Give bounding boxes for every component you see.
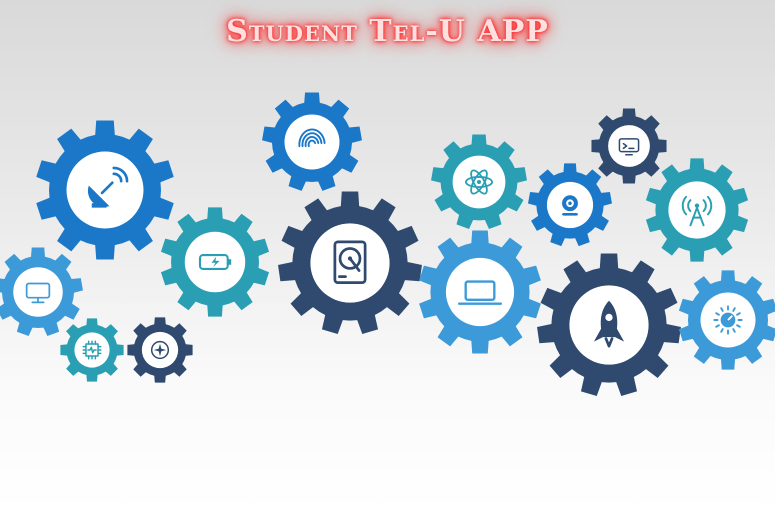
gear-terminal xyxy=(591,108,667,184)
compass-icon xyxy=(150,340,170,360)
gear-battery-charging xyxy=(160,207,270,317)
gear-hard-drive xyxy=(278,191,422,334)
gear-atom xyxy=(431,134,527,229)
gear-desktop-computer xyxy=(0,247,83,337)
gear-compass xyxy=(127,317,193,383)
gear-cpu-chip xyxy=(60,318,124,382)
gear-satellite-dish xyxy=(36,120,174,260)
gears-illustration xyxy=(0,92,775,396)
gear-rocket xyxy=(537,253,681,396)
gear-laptop xyxy=(419,230,541,354)
gear-webcam xyxy=(528,163,612,247)
gear-fingerprint xyxy=(262,92,362,191)
cpu-chip-icon xyxy=(82,340,102,360)
gear-volume-knob xyxy=(678,270,775,370)
gear-antenna xyxy=(645,158,749,262)
